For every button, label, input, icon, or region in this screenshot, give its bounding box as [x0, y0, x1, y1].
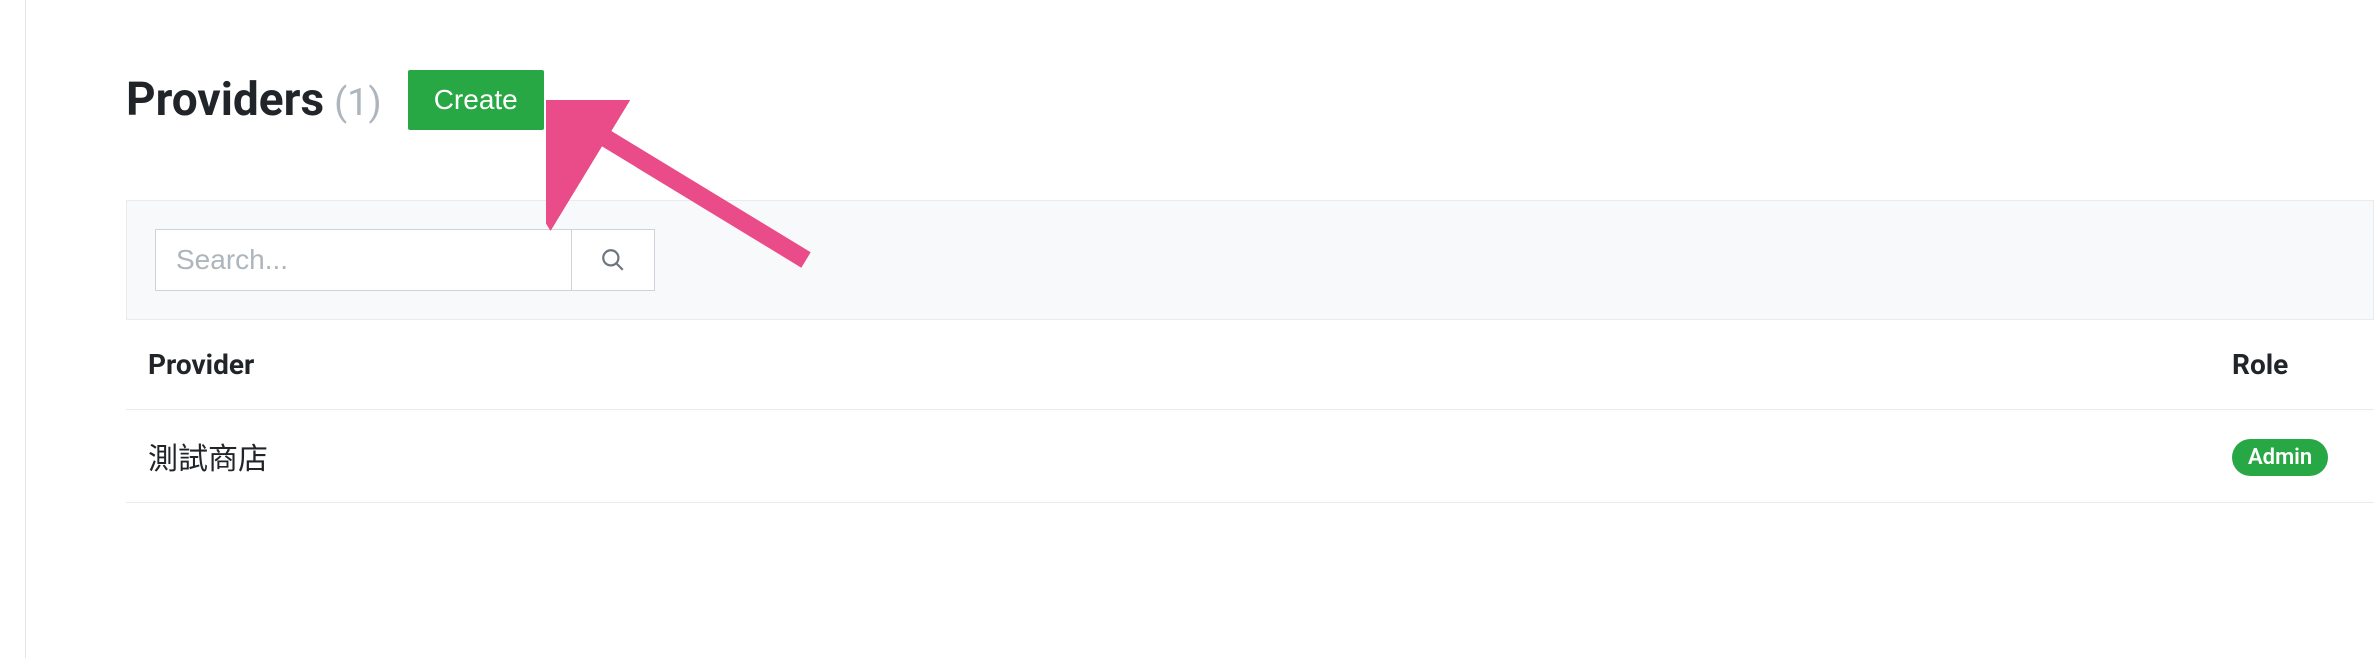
search-group: [155, 229, 655, 291]
page-title-text: Providers: [126, 73, 324, 127]
search-panel: [126, 200, 2374, 320]
main-content: Providers (1) Create Provider Role: [26, 0, 2374, 503]
provider-cell: 測試商店: [148, 434, 2232, 478]
table-row[interactable]: 測試商店 Admin: [126, 410, 2374, 503]
column-header-role: Role: [2232, 348, 2352, 381]
page-count: (1): [334, 81, 382, 125]
search-icon: [600, 247, 626, 273]
providers-table: Provider Role 測試商店 Admin: [126, 320, 2374, 503]
role-badge: Admin: [2232, 439, 2328, 476]
create-button[interactable]: Create: [408, 70, 544, 130]
role-cell: Admin: [2232, 437, 2352, 476]
sidebar-edge: [0, 0, 26, 658]
search-input[interactable]: [155, 229, 571, 291]
column-header-provider: Provider: [148, 348, 2232, 381]
page-title: Providers (1): [126, 73, 382, 127]
table-header: Provider Role: [126, 320, 2374, 410]
page-header: Providers (1) Create: [126, 70, 2374, 130]
search-button[interactable]: [571, 229, 655, 291]
